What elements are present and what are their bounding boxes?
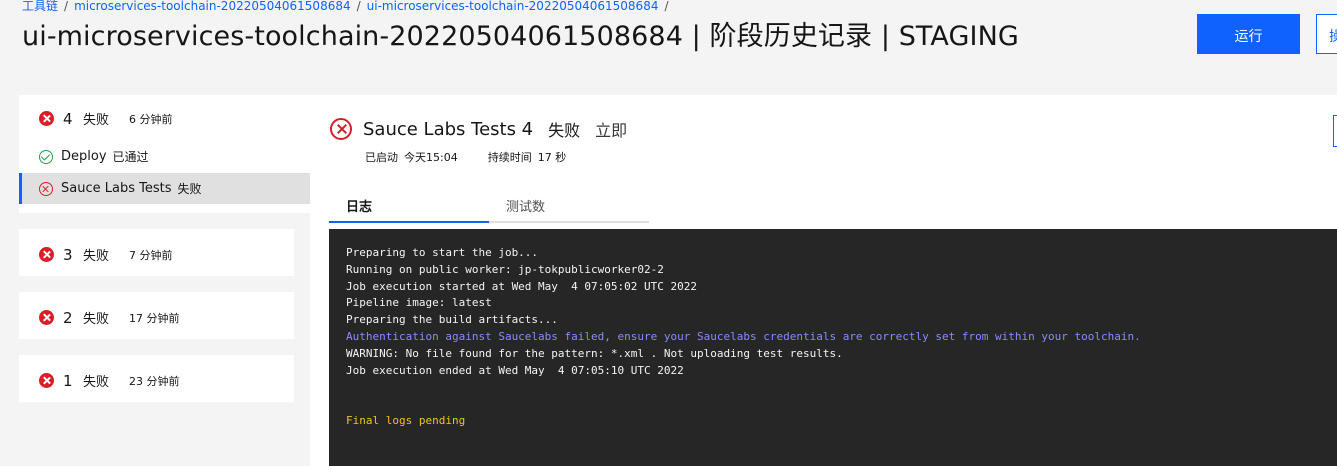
stage-detail-status: 失败 [548,121,581,140]
breadcrumb-toolchain-link[interactable]: 工具链 [22,0,58,13]
stage-row: Sauce Labs Tests 失败 [39,180,202,197]
stage-detail-title: Sauce Labs Tests 4 [363,118,534,140]
log-line: Preparing the build artifacts... [346,313,558,327]
panel-action-button[interactable] [1333,115,1337,147]
log-line-pending: Final logs pending [346,413,466,427]
error-filled-icon [39,111,54,126]
breadcrumb: 工具链 / microservices-toolchain-202205040615… [22,0,675,14]
run-time: 6 分钟前 [129,112,173,126]
run-card-3[interactable]: 3 失败 7 分钟前 [19,229,294,276]
log-line: Pipeline image: latest [346,296,492,310]
run-number: 3 [63,245,73,264]
duration-label: 持续时间 [487,151,532,164]
run-status: 失败 [83,312,110,327]
run-status: 失败 [83,113,110,128]
stage-detail-panel: Sauce Labs Tests 4 失败 立即 已启动 今天15:04 持续时间… [310,95,1337,466]
log-line: Job execution ended at Wed May 4 07:05:1… [346,363,684,377]
started-value: 今天15:04 [404,151,458,164]
check-circle-icon [39,149,53,164]
page-title: ui-microservices-toolchain-2022050406150… [22,21,1019,52]
breadcrumb-pipeline-link[interactable]: ui-microservices-toolchain-2022050406150… [367,0,659,13]
run-status: 失败 [83,375,110,390]
run-card-2[interactable]: 2 失败 17 分钟前 [19,292,294,339]
actions-button[interactable]: 操 [1316,14,1337,54]
breadcrumb-separator: / [664,0,669,13]
error-filled-icon [39,373,54,388]
tab-tests[interactable]: 测试数 [489,190,649,223]
breadcrumb-toolchain-name-link[interactable]: microservices-toolchain-2022050406150868… [74,0,351,13]
stage-detail-meta: 已启动 今天15:04 持续时间 17 秒 [365,149,596,165]
stage-detail-time: 立即 [595,121,628,140]
run-time: 7 分钟前 [129,248,173,262]
stage-status: 已通过 [112,150,149,164]
run-card-1[interactable]: 1 失败 23 分钟前 [19,355,294,402]
log-line: Preparing to start the job... [346,246,539,259]
run-status: 失败 [83,249,110,264]
run-time: 17 分钟前 [129,311,180,325]
run-number: 4 [63,109,73,128]
error-filled-icon [39,247,54,262]
duration-value: 17 秒 [537,151,567,164]
log-line: WARNING: No file found for the pattern: … [346,346,843,360]
breadcrumb-separator: / [64,0,69,13]
detail-tabs: 日志 测试数 [329,190,649,223]
log-spacer [346,396,1320,413]
run-number: 1 [63,371,73,390]
run-header[interactable]: 2 失败 17 分钟前 [39,308,180,327]
error-outline-icon [330,118,352,140]
stage-detail-header: Sauce Labs Tests 4 失败 立即 [330,117,627,141]
tab-logs[interactable]: 日志 [329,190,489,223]
run-header[interactable]: 3 失败 7 分钟前 [39,245,173,264]
started-label: 已启动 [365,151,398,164]
error-filled-icon [39,310,54,325]
breadcrumb-separator: / [356,0,361,13]
run-time: 23 分钟前 [129,374,180,388]
stage-status: 失败 [177,182,202,196]
log-line: Job execution started at Wed May 4 07:05… [346,279,697,293]
run-header[interactable]: 4 失败 6 分钟前 [39,109,173,128]
run-header[interactable]: 1 失败 23 分钟前 [39,371,180,390]
run-history-list: 4 失败 6 分钟前 Deploy 已通过 Sauce Labs Tests 失… [19,95,310,402]
log-line-error: Authentication against Saucelabs failed,… [346,329,1141,343]
stage-item-sauce-labs-tests[interactable]: Sauce Labs Tests 失败 [19,173,310,204]
stage-name: Sauce Labs Tests [61,181,172,196]
stage-name: Deploy [61,149,107,164]
run-card-4[interactable]: 4 失败 6 分钟前 Deploy 已通过 Sauce Labs Tests 失… [19,95,310,213]
log-line: Running on public worker: jp-tokpublicwo… [346,262,664,276]
error-outline-icon [39,181,53,196]
stage-item-deploy[interactable]: Deploy 已通过 [39,148,149,165]
log-output[interactable]: Preparing to start the job... Running on… [329,229,1337,466]
run-button[interactable]: 运行 [1197,14,1300,54]
log-spacer [346,379,1320,396]
run-number: 2 [63,308,73,327]
